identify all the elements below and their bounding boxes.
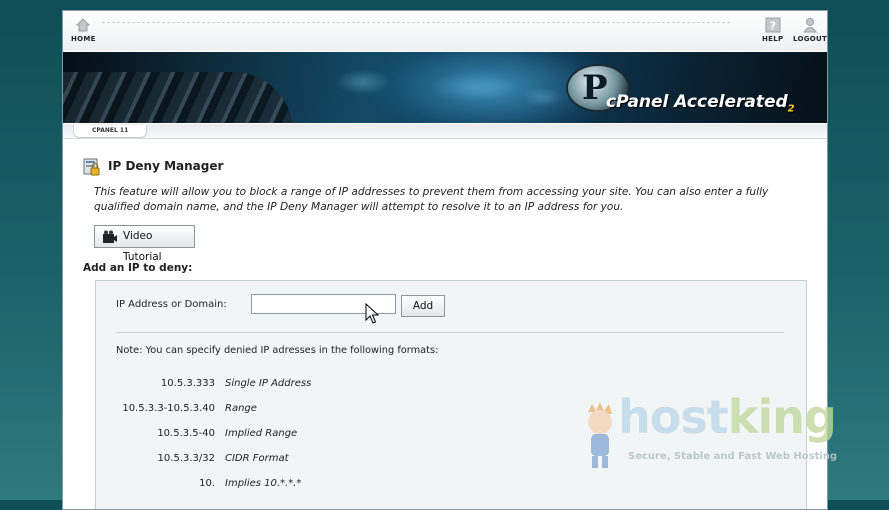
cpanel-logo-version: 2 [787, 103, 795, 115]
ip-address-label: IP Address or Domain: [116, 299, 227, 310]
format-description: Range [225, 403, 257, 414]
home-link[interactable]: HOME [71, 17, 96, 43]
format-example: 10.5.3.3-10.5.3.40 [122, 403, 215, 414]
mouse-cursor-icon [365, 303, 379, 324]
format-description: Implied Range [225, 428, 298, 439]
svg-text:?: ? [769, 20, 776, 33]
banner-cables-graphic [63, 72, 293, 123]
add-button[interactable]: Add [401, 295, 445, 317]
top-navigation: HOME ? HELP LOGOUT [63, 11, 827, 51]
section-title: Add an IP to deny: [83, 262, 193, 274]
user-logout-icon [803, 18, 817, 33]
home-label: HOME [71, 35, 96, 43]
ip-deny-manager-icon [83, 158, 100, 176]
breadcrumb[interactable]: CPANEL 11 [73, 125, 148, 138]
page-title: IP Deny Manager [108, 159, 224, 173]
format-example: 10.5.3.5-40 [157, 428, 215, 439]
video-camera-icon [103, 230, 117, 243]
cpanel-window: HOME ? HELP LOGOUT P cPanel Accelerated2 [62, 10, 828, 510]
logout-link[interactable]: LOGOUT [793, 17, 827, 43]
home-icon [76, 18, 91, 32]
format-example: 10.5.3.333 [160, 378, 215, 389]
format-description: CIDR Format [225, 453, 289, 464]
video-tutorial-label: Video Tutorial [123, 230, 162, 263]
help-label: HELP [762, 35, 784, 43]
add-ip-panel: IP Address or Domain: Add Note: You can … [95, 280, 807, 509]
help-icon: ? [765, 17, 781, 33]
breadcrumb-bar: CPANEL 11 [63, 124, 827, 139]
format-example: 10. [199, 478, 215, 489]
format-description: Implies 10.*.*.* [225, 478, 302, 489]
nav-divider [101, 21, 731, 24]
cpanel-banner: P cPanel Accelerated2 [63, 52, 827, 123]
format-example: 10.5.3.3/32 [157, 453, 215, 464]
video-tutorial-button[interactable]: Video Tutorial [94, 225, 195, 263]
format-description: Single IP Address [225, 378, 312, 389]
panel-divider [116, 332, 784, 333]
cpanel-logo-text: cPanel Accelerated2 [606, 92, 795, 115]
cpanel-logo-letter: P [582, 68, 608, 108]
help-link[interactable]: ? HELP [762, 17, 783, 43]
page-description: This feature will allow you to block a r… [94, 186, 769, 213]
formats-note: Note: You can specify denied IP adresses… [116, 345, 439, 356]
logout-label: LOGOUT [793, 35, 828, 43]
